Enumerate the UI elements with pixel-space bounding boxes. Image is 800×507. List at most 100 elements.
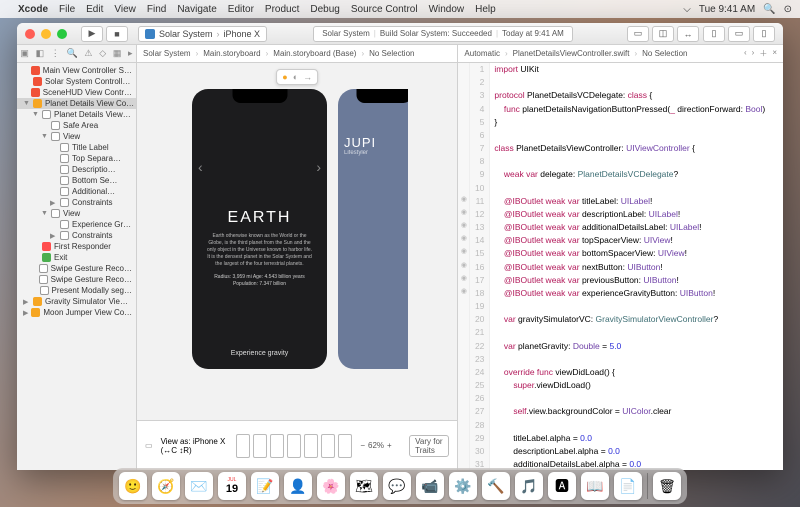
code-line[interactable]: 2	[458, 76, 783, 89]
code-line[interactable]: 26	[458, 392, 783, 405]
code-line[interactable]: 20 var gravitySimulatorVC: GravitySimula…	[458, 313, 783, 326]
tree-item[interactable]: ▼Planet Details View…	[17, 109, 136, 120]
code-line[interactable]: 10	[458, 182, 783, 195]
toggle-utilities[interactable]: ▯	[753, 26, 775, 42]
jumpbar-crumb[interactable]: PlanetDetailsViewController.swift	[513, 49, 630, 58]
dock-app-store[interactable]: 🅰	[548, 472, 576, 500]
dock-safari[interactable]: 🧭	[152, 472, 180, 500]
tree-item[interactable]: Title Label	[17, 142, 136, 153]
iphone-preview-earth[interactable]: ‹ › EARTH Earth otherwise known as the W…	[192, 89, 327, 369]
jumpbar-crumb[interactable]: Solar System	[143, 49, 191, 58]
code-line[interactable]: 1import UIKit	[458, 63, 783, 76]
debug-tab[interactable]: ▦	[113, 48, 122, 59]
zoom-button[interactable]	[57, 29, 67, 39]
code-line[interactable]: 25 super.viewDidLoad()	[458, 379, 783, 392]
tree-item[interactable]: ▶Moon Jumper View Co…	[17, 307, 136, 318]
code-line[interactable]: ◉13 @IBOutlet weak var additionalDetails…	[458, 221, 783, 234]
tree-item[interactable]: Exit	[17, 252, 136, 263]
add-assistant[interactable]: ＋	[759, 48, 767, 59]
counterpart-next[interactable]: ›	[752, 48, 755, 59]
tree-item[interactable]: First Responder	[17, 241, 136, 252]
code-line[interactable]: 27 self.view.backgroundColor = UIColor.c…	[458, 405, 783, 418]
dock-system-preferences[interactable]: ⚙️	[449, 472, 477, 500]
dock-xcode[interactable]: 🔨	[482, 472, 510, 500]
menu-file[interactable]: File	[59, 4, 75, 15]
tree-item[interactable]: ▼Planet Details View Co…	[17, 98, 136, 109]
tree-item[interactable]: Present Modally seg…	[17, 285, 136, 296]
close-button[interactable]	[25, 29, 35, 39]
tree-item[interactable]: Top Separa…	[17, 153, 136, 164]
jumpbar-crumb[interactable]: Main.storyboard	[203, 49, 260, 58]
tree-item[interactable]: ▼View	[17, 131, 136, 142]
menu-navigate[interactable]: Navigate	[177, 4, 216, 15]
dock-photos[interactable]: 🌸	[317, 472, 345, 500]
toggle-debug[interactable]: ▭	[728, 26, 750, 42]
issue-tab[interactable]: ⚠	[84, 48, 92, 59]
dock-calendar[interactable]: JUL19	[218, 472, 246, 500]
code-line[interactable]: ◉12 @IBOutlet weak var descriptionLabel:…	[458, 208, 783, 221]
jumpbar-crumb[interactable]: No Selection	[369, 49, 414, 58]
find-tab[interactable]: 🔍	[66, 48, 77, 59]
code-line[interactable]: 22 var planetGravity: Double = 5.0	[458, 340, 783, 353]
dock-finder[interactable]: 🙂	[119, 472, 147, 500]
storyboard-canvas[interactable]: ● ◐ → ‹ › EARTH Earth otherwise known as…	[137, 63, 457, 420]
dock-trash[interactable]: 🗑	[653, 472, 681, 500]
menu-find[interactable]: Find	[147, 4, 166, 15]
expand-icon[interactable]: ▭	[145, 441, 153, 450]
menu-help[interactable]: Help	[475, 4, 496, 15]
jump-bar-center[interactable]: Solar System›Main.storyboard›Main.storyb…	[137, 45, 457, 63]
code-line[interactable]: ◉16 @IBOutlet weak var nextButton: UIBut…	[458, 261, 783, 274]
zoom-out[interactable]: −	[360, 441, 365, 450]
dock-ibooks[interactable]: 📖	[581, 472, 609, 500]
dock-itunes[interactable]: 🎵	[515, 472, 543, 500]
dock-pages[interactable]: 📄	[614, 472, 642, 500]
code-line[interactable]: ◉18 @IBOutlet weak var experienceGravity…	[458, 287, 783, 300]
code-line[interactable]: 8	[458, 155, 783, 168]
tree-item[interactable]: Experience Gr…	[17, 219, 136, 230]
test-tab[interactable]: ◇	[99, 48, 106, 59]
dock-mail[interactable]: ✉️	[185, 472, 213, 500]
device-picker[interactable]	[236, 434, 352, 458]
code-line[interactable]: 23	[458, 353, 783, 366]
jump-bar-editor[interactable]: Automatic›PlanetDetailsViewController.sw…	[458, 45, 783, 63]
prev-arrow-icon[interactable]: ‹	[198, 159, 203, 175]
symbol-tab[interactable]: ⋮	[51, 48, 60, 59]
dock-contacts[interactable]: 👤	[284, 472, 312, 500]
code-line[interactable]: 19	[458, 300, 783, 313]
menu-edit[interactable]: Edit	[86, 4, 103, 15]
menu-source-control[interactable]: Source Control	[351, 4, 418, 15]
tree-item[interactable]: Swipe Gesture Reco…	[17, 274, 136, 285]
breakpoint-tab[interactable]: ▸	[128, 48, 133, 59]
wifi-icon[interactable]: ⌵	[683, 4, 691, 15]
menu-editor[interactable]: Editor	[228, 4, 254, 15]
editor-mode-standard[interactable]: ▭	[627, 26, 649, 42]
jumpbar-crumb[interactable]: Main.storyboard (Base)	[273, 49, 356, 58]
code-line[interactable]: 9 weak var delegate: PlanetDetailsVCDele…	[458, 168, 783, 181]
tree-item[interactable]: ▶Constraints	[17, 197, 136, 208]
menu-window[interactable]: Window	[429, 4, 465, 15]
code-line[interactable]: ◉15 @IBOutlet weak var bottomSpacerView:…	[458, 247, 783, 260]
tree-item[interactable]: Additional…	[17, 186, 136, 197]
code-line[interactable]: 3protocol PlanetDetailsVCDelegate: class…	[458, 89, 783, 102]
tree-item[interactable]: Swipe Gesture Reco…	[17, 263, 136, 274]
menu-product[interactable]: Product	[265, 4, 299, 15]
dock-messages[interactable]: 💬	[383, 472, 411, 500]
jumpbar-crumb[interactable]: No Selection	[642, 49, 687, 58]
dock-notes[interactable]: 📝	[251, 472, 279, 500]
vary-for-traits-button[interactable]: Vary for Traits	[409, 435, 449, 457]
tree-item[interactable]: SceneHUD View Contr…	[17, 87, 136, 98]
zoom-in[interactable]: +	[387, 441, 392, 450]
source-code[interactable]: 1import UIKit23protocol PlanetDetailsVCD…	[458, 63, 783, 470]
spotlight-icon[interactable]: 🔍	[763, 4, 775, 15]
run-button[interactable]: ▶	[81, 26, 103, 42]
dock-maps[interactable]: 🗺	[350, 472, 378, 500]
code-line[interactable]: 30 descriptionLabel.alpha = 0.0	[458, 445, 783, 458]
tree-item[interactable]: Safe Area	[17, 120, 136, 131]
code-line[interactable]: 4 func planetDetailsNavigationButtonPres…	[458, 103, 783, 116]
editor-mode-version[interactable]: ↔	[677, 26, 699, 42]
tree-item[interactable]: ▶Constraints	[17, 230, 136, 241]
menu-app[interactable]: Xcode	[18, 4, 48, 15]
view-as-label[interactable]: View as: iPhone X (↔C ↕R)	[161, 437, 229, 455]
menu-view[interactable]: View	[114, 4, 136, 15]
experience-gravity-button[interactable]: Experience gravity	[192, 350, 327, 357]
